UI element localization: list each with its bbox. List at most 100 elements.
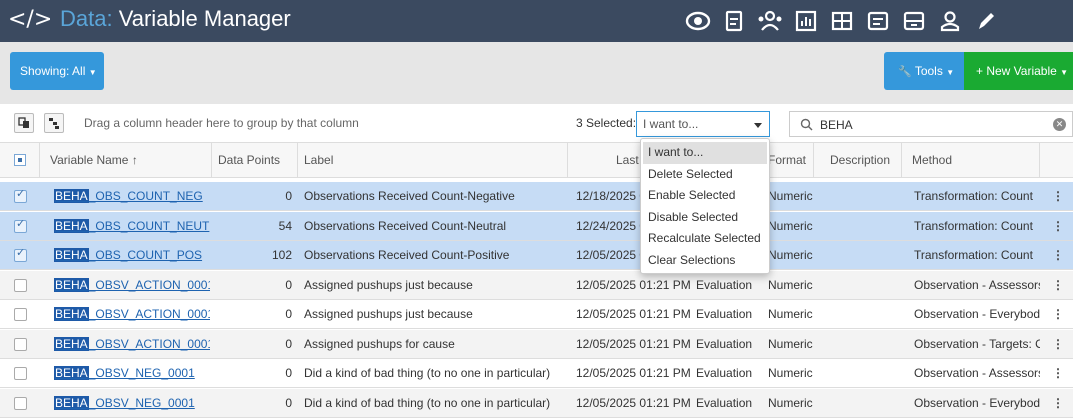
source-cell: Evaluation	[696, 277, 753, 292]
method-cell: Observation - Everybody	[914, 395, 1040, 410]
col-variable-name-label: Variable Name	[50, 153, 129, 167]
menu-item-placeholder[interactable]: I want to...	[643, 142, 767, 164]
table-row[interactable]: BEHA_OBSV_ACTION_0001 0 Assigned pushups j…	[0, 270, 1073, 300]
caret-down-icon: ▼	[88, 68, 97, 77]
format-cell: Numeric	[768, 277, 813, 292]
grid-header: Variable Name ↑ Data Points Label Last F…	[0, 142, 1073, 178]
copy-columns-icon[interactable]	[14, 113, 34, 133]
variable-name-link[interactable]: BEHA_OBSV_ACTION_0001	[54, 300, 210, 329]
table-row[interactable]: BEHA_OBS_COUNT_NEG 0 Observations Received…	[0, 182, 1073, 211]
row-menu-icon[interactable]: ⋮	[1052, 389, 1064, 418]
select-all-checkbox[interactable]	[14, 154, 26, 166]
wrench-icon: 🔧	[898, 66, 912, 78]
data-points-cell: 0	[285, 395, 292, 410]
table-row[interactable]: BEHA_OBSV_NEG_0001 0 Did a kind of bad thi…	[0, 388, 1073, 418]
eye-icon[interactable]	[680, 6, 716, 36]
variable-suffix: _OBSV_ACTION_0001	[88, 336, 210, 351]
last-updated-cell: 12/05/2025 01:21 PM	[576, 307, 691, 321]
pencil-icon[interactable]	[968, 6, 1004, 36]
variable-name-link[interactable]: BEHA_OBS_COUNT_NEUT	[54, 212, 210, 241]
row-menu-icon[interactable]: ⋮	[1052, 241, 1064, 270]
menu-item-recalculate-selected[interactable]: Recalculate Selected	[643, 228, 767, 250]
variable-name-link[interactable]: BEHA_OBS_COUNT_POS	[54, 241, 210, 270]
form-icon[interactable]	[860, 6, 896, 36]
col-format[interactable]: Format	[764, 143, 814, 177]
row-checkbox[interactable]	[14, 308, 27, 321]
table-row[interactable]: BEHA_OBSV_ACTION_0001 0 Assigned pushups f…	[0, 329, 1073, 359]
row-checkbox[interactable]	[14, 278, 27, 292]
code-icon: </>	[8, 7, 53, 32]
bar-chart-icon[interactable]	[788, 6, 824, 36]
row-checkbox[interactable]	[14, 337, 27, 351]
variable-name-link[interactable]: BEHA_OBSV_NEG_0001	[54, 359, 210, 388]
row-menu-icon[interactable]: ⋮	[1052, 271, 1064, 300]
new-variable-button[interactable]: + New Variable ▼	[964, 52, 1073, 90]
row-menu-icon[interactable]: ⋮	[1052, 182, 1064, 211]
col-description[interactable]: Description	[814, 143, 902, 177]
hierarchy-icon[interactable]	[44, 113, 64, 133]
row-checkbox[interactable]	[14, 396, 27, 410]
table-row[interactable]: BEHA_OBS_COUNT_NEUT 54 Observations Receiv…	[0, 211, 1073, 241]
grid-icon[interactable]	[824, 6, 860, 36]
method-cell: Observation - Everybody	[914, 307, 1040, 321]
users-icon[interactable]	[752, 6, 788, 36]
menu-item-clear-selections[interactable]: Clear Selections	[643, 250, 767, 272]
menu-item-delete-selected[interactable]: Delete Selected	[643, 164, 767, 186]
document-icon[interactable]	[716, 6, 752, 36]
label-cell: Observations Received Count-Negative	[304, 189, 515, 203]
row-menu-icon[interactable]: ⋮	[1052, 300, 1064, 329]
variable-prefix: BEHA	[54, 248, 89, 262]
variable-suffix: _OBSV_NEG_0001	[88, 395, 195, 410]
last-updated-cell: 12/05/2025 01:21 PM	[576, 395, 691, 410]
user-icon[interactable]	[932, 6, 968, 36]
variable-name-link[interactable]: BEHA_OBSV_ACTION_0001	[54, 271, 210, 300]
row-menu-icon[interactable]: ⋮	[1052, 359, 1064, 388]
search-input[interactable]: BEHA ✕	[789, 111, 1073, 137]
row-menu-icon[interactable]: ⋮	[1052, 212, 1064, 241]
tools-button[interactable]: 🔧 Tools ▼	[884, 52, 964, 90]
variable-name-link[interactable]: BEHA_OBSV_NEG_0001	[54, 389, 210, 418]
data-points-cell: 0	[285, 336, 292, 351]
col-data-points-label: Data Points	[218, 153, 281, 167]
format-cell: Numeric	[768, 307, 813, 321]
bulk-action-select[interactable]: I want to...	[636, 111, 770, 137]
source-cell: Evaluation	[696, 336, 753, 351]
bulk-action-value: I want to...	[643, 117, 699, 131]
table-row[interactable]: BEHA_OBS_COUNT_POS 102 Observations Receiv…	[0, 241, 1073, 270]
page-title-prefix: Data:	[60, 6, 113, 31]
col-variable-name[interactable]: Variable Name ↑	[40, 143, 212, 177]
col-data-points[interactable]: Data Points	[212, 143, 298, 177]
col-label[interactable]: Label	[298, 143, 568, 177]
new-variable-label: + New Variable	[976, 64, 1057, 78]
row-menu-icon[interactable]: ⋮	[1052, 330, 1064, 359]
col-last-label: Last	[616, 153, 639, 167]
data-points-cell: 0	[285, 366, 292, 380]
format-cell: Numeric	[768, 366, 813, 380]
variable-suffix: _OBSV_ACTION_0001	[88, 277, 210, 292]
label-cell: Observations Received Count-Neutral	[304, 218, 507, 233]
row-checkbox[interactable]	[14, 367, 27, 380]
search-value: BEHA	[820, 118, 853, 132]
variable-prefix: BEHA	[54, 395, 89, 410]
clear-search-icon[interactable]: ✕	[1053, 118, 1066, 131]
col-description-label: Description	[830, 153, 891, 167]
variable-name-link[interactable]: BEHA_OBSV_ACTION_0001	[54, 330, 210, 359]
variable-prefix: BEHA	[54, 277, 89, 292]
menu-item-enable-selected[interactable]: Enable Selected	[643, 185, 767, 207]
table-row[interactable]: BEHA_OBSV_ACTION_0001 0 Assigned pushups j…	[0, 300, 1073, 329]
row-checkbox[interactable]	[14, 187, 27, 203]
col-method[interactable]: Method	[902, 143, 1040, 177]
showing-filter-label: Showing: All	[20, 64, 86, 78]
variable-name-link[interactable]: BEHA_OBS_COUNT_NEG	[54, 182, 210, 211]
table-row[interactable]: BEHA_OBSV_NEG_0001 0 Did a kind of bad thi…	[0, 359, 1073, 388]
showing-filter-button[interactable]: Showing: All ▼	[10, 52, 104, 90]
title-bar: </> Data: Variable Manager	[0, 0, 1073, 42]
row-checkbox[interactable]	[14, 246, 27, 262]
row-checkbox[interactable]	[14, 217, 27, 233]
method-cell: Transformation: Count	[914, 189, 1033, 203]
select-all-header	[0, 143, 40, 177]
tray-icon[interactable]	[896, 6, 932, 36]
group-by-hint: Drag a column header here to group by th…	[84, 116, 359, 130]
menu-item-disable-selected[interactable]: Disable Selected	[643, 207, 767, 229]
method-cell: Transformation: Count	[914, 218, 1033, 233]
